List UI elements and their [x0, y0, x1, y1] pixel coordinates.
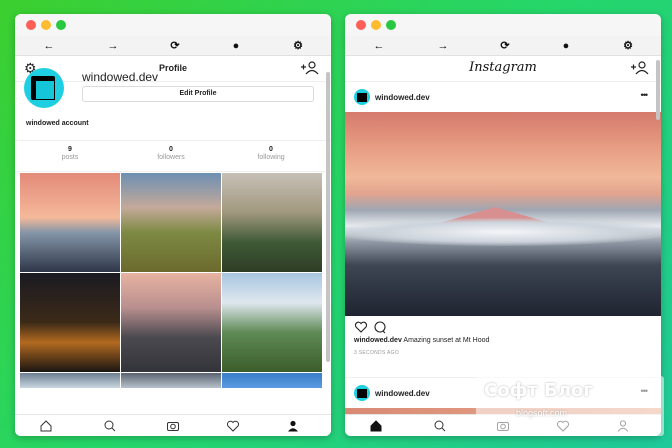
post-caption: windowed.dev Amazing sunset at Mt Hood	[354, 337, 489, 344]
grid-photo[interactable]	[121, 173, 221, 272]
grid-photo[interactable]	[222, 373, 322, 388]
photo-grid	[20, 173, 322, 388]
home-icon[interactable]	[369, 419, 383, 433]
stat-value: 0	[169, 146, 173, 153]
reload-icon[interactable]: ⟳	[497, 38, 513, 54]
account-icon[interactable]: ●	[228, 38, 244, 54]
account-icon[interactable]: ●	[558, 38, 574, 54]
page-title: Profile	[158, 63, 187, 73]
instagram-logo[interactable]: Instagram	[345, 60, 661, 75]
grid-photo[interactable]	[222, 173, 322, 272]
stat-label: following	[257, 154, 285, 161]
like-heart-icon	[354, 321, 368, 333]
stat-value: 0	[269, 146, 273, 153]
title-bar	[15, 14, 331, 36]
add-user-icon[interactable]	[630, 61, 650, 75]
post-photo[interactable]	[345, 112, 661, 316]
caption-username[interactable]: windowed.dev	[354, 337, 402, 344]
heart-icon[interactable]	[226, 419, 240, 433]
feed-header: Instagram	[345, 56, 661, 82]
forward-arrow-icon[interactable]: →	[435, 38, 451, 54]
avatar[interactable]	[24, 68, 64, 108]
minimize-window-button[interactable]	[41, 20, 51, 30]
search-icon[interactable]	[103, 419, 117, 433]
stat-value: 9	[68, 146, 72, 153]
search-icon[interactable]	[433, 419, 447, 433]
caption-text: Amazing sunset at Mt Hood	[401, 337, 490, 344]
feed-window: ← → ⟳ ● ⚙ Instagram windowed.dev ••• win…	[345, 14, 661, 436]
title-bar	[345, 14, 661, 36]
post-username[interactable]: windowed.dev	[375, 93, 430, 102]
stat-followers[interactable]: 0 followers	[131, 146, 211, 161]
settings-gear-icon[interactable]: ⚙	[290, 38, 306, 54]
close-window-button[interactable]	[356, 20, 366, 30]
post-actions	[354, 321, 386, 334]
zoom-window-button[interactable]	[56, 20, 66, 30]
minimize-window-button[interactable]	[371, 20, 381, 30]
profile-bio: windowed account	[26, 120, 89, 127]
browser-nav-bar: ← → ⟳ ● ⚙	[345, 36, 661, 56]
watermark: Софт Блог blogsoft.com	[476, 376, 664, 436]
edit-profile-button[interactable]: Edit Profile	[82, 86, 314, 102]
profile-icon[interactable]	[286, 419, 300, 433]
grid-photo[interactable]	[121, 373, 221, 388]
more-options-icon[interactable]: •••	[641, 90, 649, 100]
scrollbar[interactable]	[656, 60, 660, 120]
grid-photo[interactable]	[121, 273, 221, 372]
add-user-icon[interactable]	[300, 61, 320, 75]
back-arrow-icon[interactable]: ←	[371, 38, 387, 54]
grid-photo[interactable]	[20, 373, 120, 388]
avatar[interactable]	[354, 385, 370, 401]
profile-page: ⚙ Profile windowed.dev Edit Profile wind…	[15, 56, 331, 436]
cloud-layer	[345, 218, 661, 246]
profile-window: ← → ⟳ ● ⚙ ⚙ Profile windowed.dev Edit Pr…	[15, 14, 331, 436]
close-window-button[interactable]	[26, 20, 36, 30]
stat-posts[interactable]: 9 posts	[30, 146, 110, 161]
grid-photo[interactable]	[222, 273, 322, 372]
watermark-title: Софт Блог	[484, 380, 593, 401]
bottom-tab-bar	[15, 414, 331, 436]
stat-label: posts	[61, 154, 79, 161]
browser-nav-bar: ← → ⟳ ● ⚙	[15, 36, 331, 56]
back-arrow-icon[interactable]: ←	[41, 38, 57, 54]
watermark-subtitle: blogsoft.com	[516, 408, 568, 418]
reload-icon[interactable]: ⟳	[167, 38, 183, 54]
comment-icon	[374, 321, 386, 333]
post-header: windowed.dev •••	[345, 82, 661, 112]
camera-icon[interactable]	[166, 419, 180, 433]
zoom-window-button[interactable]	[386, 20, 396, 30]
forward-arrow-icon[interactable]: →	[105, 38, 121, 54]
post-username[interactable]: windowed.dev	[375, 389, 430, 398]
grid-photo[interactable]	[20, 273, 120, 372]
avatar[interactable]	[354, 89, 370, 105]
settings-gear-icon[interactable]: ⚙	[620, 38, 636, 54]
stat-following[interactable]: 0 following	[231, 146, 311, 161]
grid-photo[interactable]	[20, 173, 120, 272]
stat-label: followers	[157, 154, 185, 161]
scrollbar[interactable]	[326, 72, 330, 362]
profile-stats: 9 posts 0 followers 0 following	[15, 140, 331, 172]
home-icon[interactable]	[39, 419, 53, 433]
profile-username: windowed.dev	[82, 70, 159, 84]
profile-header: ⚙ Profile	[15, 56, 331, 82]
post-timestamp: 3 SECONDS AGO	[354, 350, 400, 356]
